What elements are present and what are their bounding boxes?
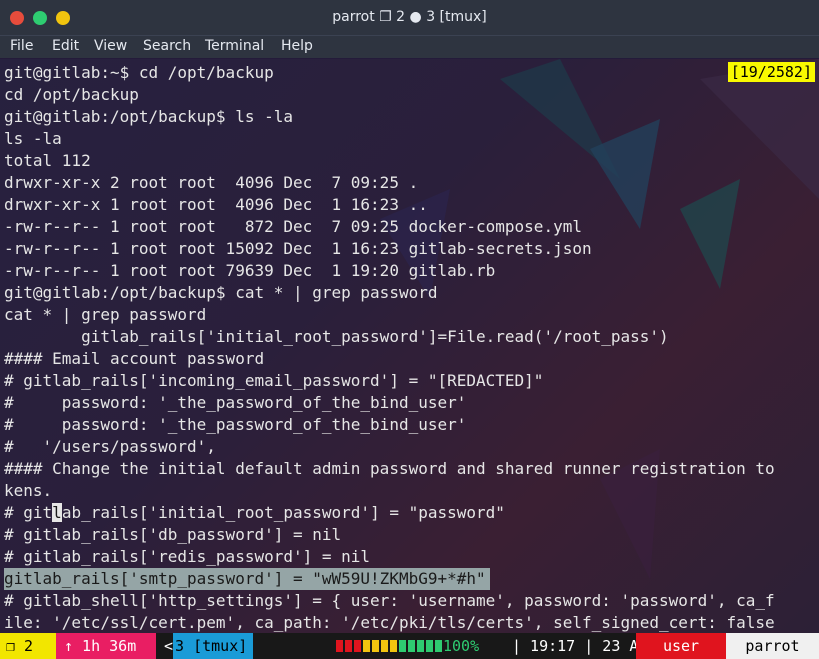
battery-bar-segment bbox=[363, 640, 370, 652]
terminal-window: parrot ❐ 2 ● 3 [tmux] File Edit View Sea… bbox=[0, 0, 819, 659]
battery-bar-segment bbox=[381, 640, 388, 652]
tmux-window-index: ❐ 2 bbox=[0, 633, 56, 659]
menu-file[interactable]: File bbox=[10, 38, 33, 54]
terminal-line: # password: '_the_password_of_the_bind_u… bbox=[4, 415, 467, 434]
line-text-before-cursor: # git bbox=[4, 503, 53, 522]
terminal-line: kens. bbox=[4, 481, 53, 500]
terminal-line: ile: '/etc/ssl/cert.pem', ca_path: '/etc… bbox=[4, 613, 775, 632]
terminal-line: cat * | grep password bbox=[4, 305, 207, 324]
window-title: parrot ❐ 2 ● 3 [tmux] bbox=[332, 9, 487, 25]
battery-bar-segment bbox=[372, 640, 379, 652]
battery-bar-segment bbox=[408, 640, 415, 652]
tab-active[interactable]: 3 [tmux] bbox=[173, 633, 254, 659]
battery-bar-segment bbox=[345, 640, 352, 652]
tmux-status-bar: ❐ 2 ↑ 1h 36m <3 [tmux] 100% | 19:17 | 23… bbox=[0, 633, 819, 659]
terminal-line: # '/users/password', bbox=[4, 437, 216, 456]
tmux-tab[interactable]: <3 [tmux] bbox=[160, 633, 254, 659]
terminal-line: # gitlab_rails['initial_root_password'] … bbox=[4, 502, 816, 524]
scroll-position-indicator: [19/2582] bbox=[727, 62, 815, 82]
battery-bar-segment bbox=[417, 640, 424, 652]
terminal-line: # gitlab_rails['redis_password'] = nil bbox=[4, 547, 371, 566]
terminal-line: # gitlab_rails['db_password'] = nil bbox=[4, 525, 342, 544]
terminal-line: git@gitlab:~$ cd /opt/backup bbox=[4, 63, 274, 82]
battery-bar-segment bbox=[426, 640, 433, 652]
status-user: user bbox=[636, 633, 726, 659]
terminal-line: # gitlab_rails['incoming_email_password'… bbox=[4, 371, 544, 390]
clock-date: | 19:17 | 23 Apr bbox=[512, 637, 657, 655]
menu-terminal[interactable]: Terminal bbox=[205, 38, 264, 54]
terminal-line: -rw-r--r-- 1 root root 872 Dec 7 09:25 d… bbox=[4, 217, 582, 236]
battery-bar-segment bbox=[399, 640, 406, 652]
menu-search[interactable]: Search bbox=[143, 38, 191, 54]
terminal-line: -rw-r--r-- 1 root root 79639 Dec 1 19:20… bbox=[4, 261, 496, 280]
status-host: parrot bbox=[726, 633, 819, 659]
terminal-lines: git@gitlab:~$ cd /opt/backup cd /opt/back… bbox=[4, 62, 816, 633]
battery-bar-segment bbox=[336, 640, 343, 652]
menu-bar: File Edit View Search Terminal Help bbox=[0, 36, 819, 58]
terminal-line: #### Email account password bbox=[4, 349, 265, 368]
battery-percent: 100% bbox=[443, 637, 480, 655]
terminal-line: # password: '_the_password_of_the_bind_u… bbox=[4, 393, 467, 412]
battery-bar-segment bbox=[354, 640, 361, 652]
terminal-output[interactable]: git@gitlab:~$ cd /opt/backup cd /opt/back… bbox=[0, 59, 819, 633]
terminal-line: drwxr-xr-x 1 root root 4096 Dec 1 16:23 … bbox=[4, 195, 428, 214]
tmux-uptime: ↑ 1h 36m bbox=[56, 633, 156, 659]
line-text-after-cursor: ab_rails['initial_root_password'] = "pas… bbox=[61, 503, 505, 522]
battery-bar-segment bbox=[435, 640, 442, 652]
terminal-line: total 112 bbox=[4, 151, 91, 170]
terminal-line: git@gitlab:/opt/backup$ ls -la bbox=[4, 107, 293, 126]
menu-view[interactable]: View bbox=[94, 38, 127, 54]
terminal-line: ls -la bbox=[4, 129, 62, 148]
terminal-line: cd /opt/backup bbox=[4, 85, 139, 104]
menu-edit[interactable]: Edit bbox=[52, 38, 79, 54]
terminal-line: gitlab_rails['smtp_password'] = "wW59U!Z… bbox=[4, 568, 816, 590]
terminal-line: drwxr-xr-x 2 root root 4096 Dec 7 09:25 … bbox=[4, 173, 419, 192]
terminal-line: gitlab_rails['initial_root_password']=Fi… bbox=[4, 327, 669, 346]
menu-help[interactable]: Help bbox=[281, 38, 313, 54]
terminal-line: git@gitlab:/opt/backup$ cat * | grep pas… bbox=[4, 283, 438, 302]
terminal-line: -rw-r--r-- 1 root root 15092 Dec 1 16:23… bbox=[4, 239, 592, 258]
terminal-line: #### Change the initial default admin pa… bbox=[4, 459, 775, 478]
title-bar[interactable]: parrot ❐ 2 ● 3 [tmux] bbox=[0, 0, 819, 36]
highlighted-line-text: gitlab_rails['smtp_password'] = "wW59U!Z… bbox=[4, 568, 490, 590]
terminal-line: # gitlab_shell['http_settings'] = { user… bbox=[4, 591, 775, 610]
text-cursor: l bbox=[52, 503, 62, 522]
battery-bar-segment bbox=[390, 640, 397, 652]
tab-prefix: < bbox=[164, 637, 174, 655]
